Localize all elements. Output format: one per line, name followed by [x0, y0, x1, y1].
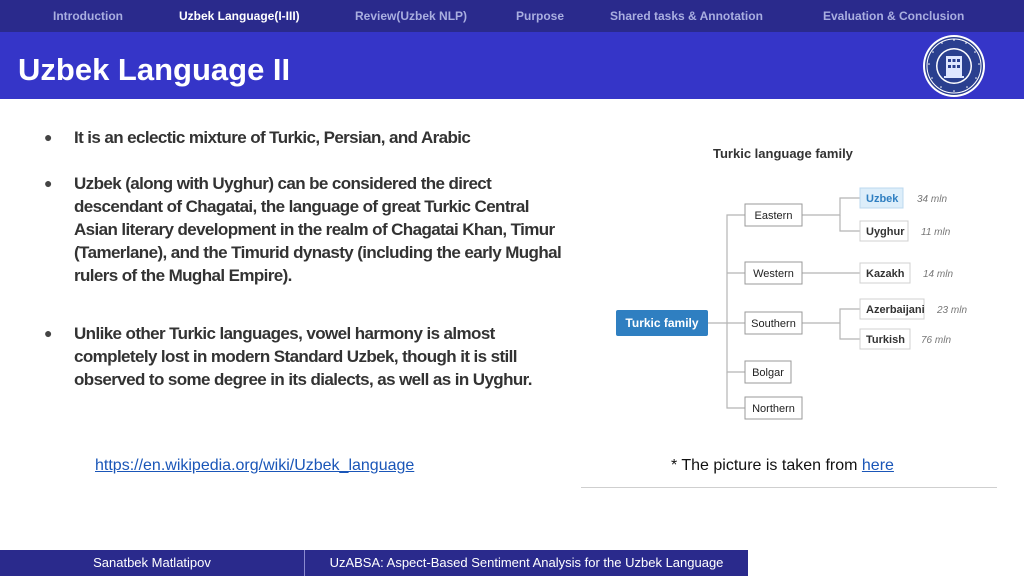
bullet-item-2: ● Uzbek (along with Uyghur) can be consi… — [44, 172, 574, 287]
university-seal-logo — [923, 35, 985, 97]
caption-here-link[interactable]: here — [862, 457, 894, 474]
nav-item-evaluation[interactable]: Evaluation & Conclusion — [823, 0, 964, 32]
picture-source-caption: * The picture is taken from here — [671, 457, 894, 475]
speakers-label: 34 mln — [917, 194, 947, 205]
bullet-dot-icon: ● — [44, 325, 52, 341]
bullet-text: Uzbek (along with Uyghur) can be conside… — [74, 174, 562, 285]
bullet-item-3: ● Unlike other Turkic languages, vowel h… — [44, 322, 574, 391]
root-node-label: Turkic family — [625, 316, 698, 330]
branch-label: Eastern — [755, 210, 793, 222]
nav-item-purpose[interactable]: Purpose — [516, 0, 564, 32]
caption-text: * The picture is taken from — [671, 457, 862, 474]
wikipedia-source-link[interactable]: https://en.wikipedia.org/wiki/Uzbek_lang… — [95, 457, 414, 475]
bullet-dot-icon: ● — [44, 175, 52, 191]
leaf-label: Kazakh — [866, 268, 905, 280]
speakers-label: 11 mln — [921, 227, 951, 238]
speakers-label: 76 mln — [921, 335, 951, 346]
diagram-title: Turkic language family — [713, 146, 854, 161]
footer-author: Sanatbek Matlatipov — [93, 555, 211, 570]
nav-item-uzbek-language[interactable]: Uzbek Language(I-III) — [179, 0, 300, 32]
slide-title: Uzbek Language II — [18, 52, 291, 87]
bullet-dot-icon: ● — [44, 129, 52, 145]
leaf-label: Uzbek — [866, 193, 899, 205]
branch-label: Bolgar — [752, 367, 784, 379]
footer-presentation-title: UzABSA: Aspect-Based Sentiment Analysis … — [329, 555, 724, 570]
leaf-label: Turkish — [866, 334, 905, 346]
caption-divider — [581, 487, 997, 488]
nav-item-review[interactable]: Review(Uzbek NLP) — [355, 0, 467, 32]
bullet-text: It is an eclectic mixture of Turkic, Per… — [74, 128, 471, 147]
speakers-label: 14 mln — [923, 269, 953, 280]
speakers-label: 23 mln — [936, 305, 967, 316]
turkic-language-family-diagram: Turkic language family Turkic family Eas… — [616, 146, 967, 420]
bullet-item-1: ● It is an eclectic mixture of Turkic, P… — [44, 126, 574, 149]
branch-label: Southern — [751, 318, 796, 330]
nav-item-shared-tasks[interactable]: Shared tasks & Annotation — [610, 0, 763, 32]
branch-label: Western — [753, 268, 794, 280]
leaf-label: Azerbaijani — [866, 304, 925, 316]
leaf-label: Uyghur — [866, 226, 905, 238]
nav-item-introduction[interactable]: Introduction — [53, 0, 123, 32]
top-navigation-bar: Introduction Uzbek Language(I-III) Revie… — [0, 0, 1024, 32]
bullet-text: Unlike other Turkic languages, vowel har… — [74, 324, 532, 389]
branch-label: Northern — [752, 403, 795, 415]
